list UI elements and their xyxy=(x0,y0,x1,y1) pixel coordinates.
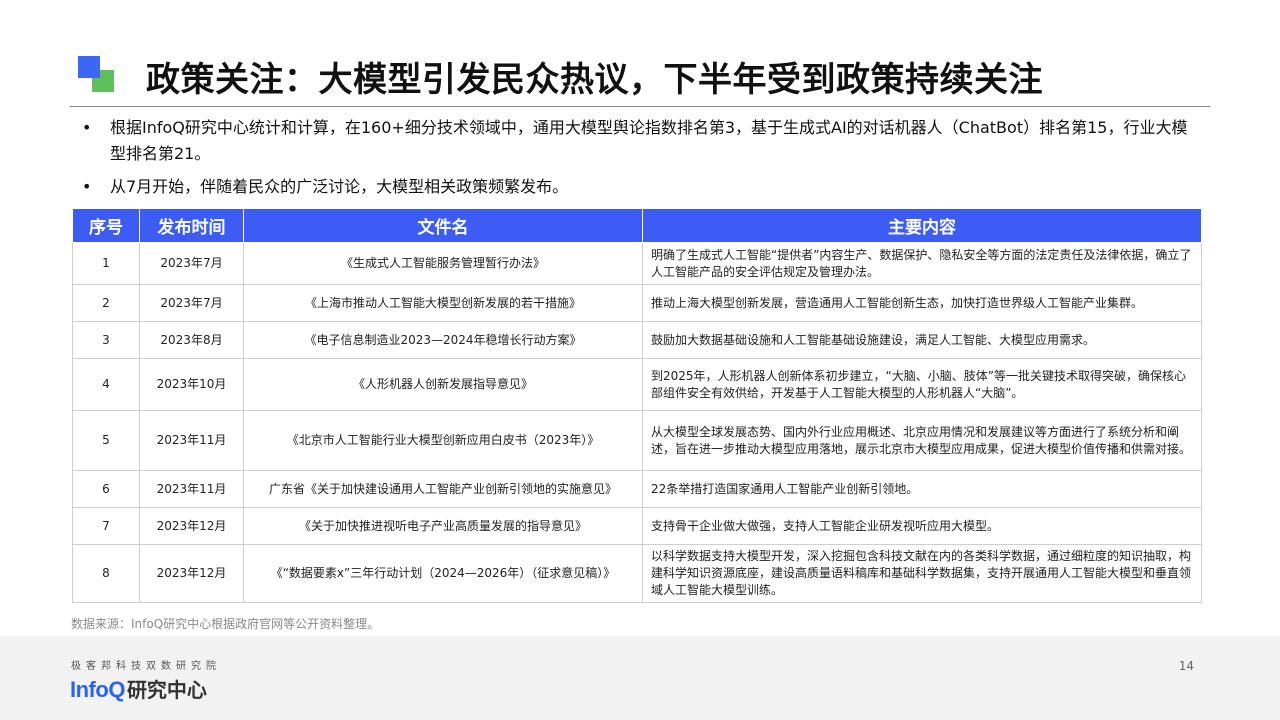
cell-document: 广东省《关于加快建设通用人工智能产业创新引领地的实施意见》 xyxy=(243,470,643,508)
header-index: 序号 xyxy=(72,208,140,243)
source-note: 数据来源：InfoQ研究中心根据政府官网等公开资料整理。 xyxy=(71,617,380,631)
bullet-dot-icon: • xyxy=(82,177,92,196)
header-date: 发布时间 xyxy=(139,208,244,243)
cell-content: 以科学数据支持大模型开发，深入挖掘包含科技文献在内的各类科学数据，通过细粒度的知… xyxy=(642,544,1202,603)
cell-content: 鼓励加大数据基础设施和人工智能基础设施建设，满足人工智能、大模型应用需求。 xyxy=(642,321,1202,359)
logo-blue-square xyxy=(78,56,100,78)
title-divider xyxy=(70,106,1210,107)
cell-date: 2023年10月 xyxy=(139,358,244,411)
cell-index: 6 xyxy=(72,470,140,508)
page-title: 政策关注：大模型引发民众热议，下半年受到政策持续关注 xyxy=(146,60,1043,100)
table-row: 6 2023年11月 广东省《关于加快建设通用人工智能产业创新引领地的实施意见》… xyxy=(72,470,1202,508)
cell-date: 2023年12月 xyxy=(139,507,244,545)
table-header-row: 序号 发布时间 文件名 主要内容 xyxy=(72,208,1202,243)
cell-index: 1 xyxy=(72,242,140,285)
policy-table: 序号 发布时间 文件名 主要内容 1 2023年7月 《生成式人工智能服务管理暂… xyxy=(72,208,1202,603)
table-row: 2 2023年7月 《上海市推动人工智能大模型创新发展的若干措施》 推动上海大模… xyxy=(72,284,1202,322)
cell-index: 2 xyxy=(72,284,140,322)
cell-document: 《关于加快推进视听电子产业高质量发展的指导意见》 xyxy=(243,507,643,545)
table-row: 1 2023年7月 《生成式人工智能服务管理暂行办法》 明确了生成式人工智能“提… xyxy=(72,242,1202,285)
brand-name-cn: 研究中心 xyxy=(126,678,207,702)
header-document: 文件名 xyxy=(243,208,643,243)
cell-index: 3 xyxy=(72,321,140,359)
cell-index: 5 xyxy=(72,410,140,471)
cell-document: 《人形机器人创新发展指导意见》 xyxy=(243,358,643,411)
bullet-text: 从7月开始，伴随着民众的广泛讨论，大模型相关政策频繁发布。 xyxy=(110,177,569,196)
cell-content: 推动上海大模型创新发展，营造通用人工智能创新生态，加快打造世界级人工智能产业集群… xyxy=(642,284,1202,322)
bullet-text: 根据InfoQ研究中心统计和计算，在160+细分技术领域中，通用大模型舆论指数排… xyxy=(110,118,1188,163)
cell-date: 2023年12月 xyxy=(139,544,244,603)
brand-name-en: InfoQ xyxy=(70,677,125,702)
cell-document: 《电子信息制造业2023—2024年稳增长行动方案》 xyxy=(243,321,643,359)
cell-date: 2023年8月 xyxy=(139,321,244,359)
cell-content: 22条举措打造国家通用人工智能产业创新引领地。 xyxy=(642,470,1202,508)
cell-content: 明确了生成式人工智能“提供者”内容生产、数据保护、隐私安全等方面的法定责任及法律… xyxy=(642,242,1202,285)
cell-index: 7 xyxy=(72,507,140,545)
cell-index: 8 xyxy=(72,544,140,603)
bullet-item: • 从7月开始，伴随着民众的广泛讨论，大模型相关政策频繁发布。 xyxy=(78,174,1203,200)
cell-document: 《北京市人工智能行业大模型创新应用白皮书（2023年）》 xyxy=(243,410,643,471)
page-number: 14 xyxy=(1178,659,1194,673)
cell-document: 《上海市推动人工智能大模型创新发展的若干措施》 xyxy=(243,284,643,322)
cell-date: 2023年7月 xyxy=(139,284,244,322)
bullet-dot-icon: • xyxy=(82,118,92,137)
cell-index: 4 xyxy=(72,358,140,411)
brand-logo: InfoQ 研究中心 xyxy=(70,674,207,703)
bullet-list: • 根据InfoQ研究中心统计和计算，在160+细分技术领域中，通用大模型舆论指… xyxy=(78,115,1203,207)
section-logo-icon xyxy=(78,56,116,94)
footer: 极客邦科技双数研究院 InfoQ 研究中心 14 xyxy=(0,636,1280,720)
cell-date: 2023年7月 xyxy=(139,242,244,285)
cell-date: 2023年11月 xyxy=(139,470,244,508)
header-content: 主要内容 xyxy=(642,208,1202,243)
cell-document: 《生成式人工智能服务管理暂行办法》 xyxy=(243,242,643,285)
table-row: 5 2023年11月 《北京市人工智能行业大模型创新应用白皮书（2023年）》 … xyxy=(72,410,1202,471)
table-row: 7 2023年12月 《关于加快推进视听电子产业高质量发展的指导意见》 支持骨干… xyxy=(72,507,1202,545)
table-row: 4 2023年10月 《人形机器人创新发展指导意见》 到2025年，人形机器人创… xyxy=(72,358,1202,411)
cell-date: 2023年11月 xyxy=(139,410,244,471)
cell-document: 《“数据要素x”三年行动计划（2024—2026年）（征求意见稿）》 xyxy=(243,544,643,603)
table-row: 8 2023年12月 《“数据要素x”三年行动计划（2024—2026年）（征求… xyxy=(72,544,1202,603)
table-row: 3 2023年8月 《电子信息制造业2023—2024年稳增长行动方案》 鼓励加… xyxy=(72,321,1202,359)
cell-content: 到2025年，人形机器人创新体系初步建立，“大脑、小脑、肢体”等一批关键技术取得… xyxy=(642,358,1202,411)
bullet-item: • 根据InfoQ研究中心统计和计算，在160+细分技术领域中，通用大模型舆论指… xyxy=(78,115,1203,167)
cell-content: 支持骨干企业做大做强，支持人工智能企业研发视听应用大模型。 xyxy=(642,507,1202,545)
footer-tagline: 极客邦科技双数研究院 xyxy=(71,661,221,672)
cell-content: 从大模型全球发展态势、国内外行业应用概述、北京应用情况和发展建议等方面进行了系统… xyxy=(642,410,1202,471)
